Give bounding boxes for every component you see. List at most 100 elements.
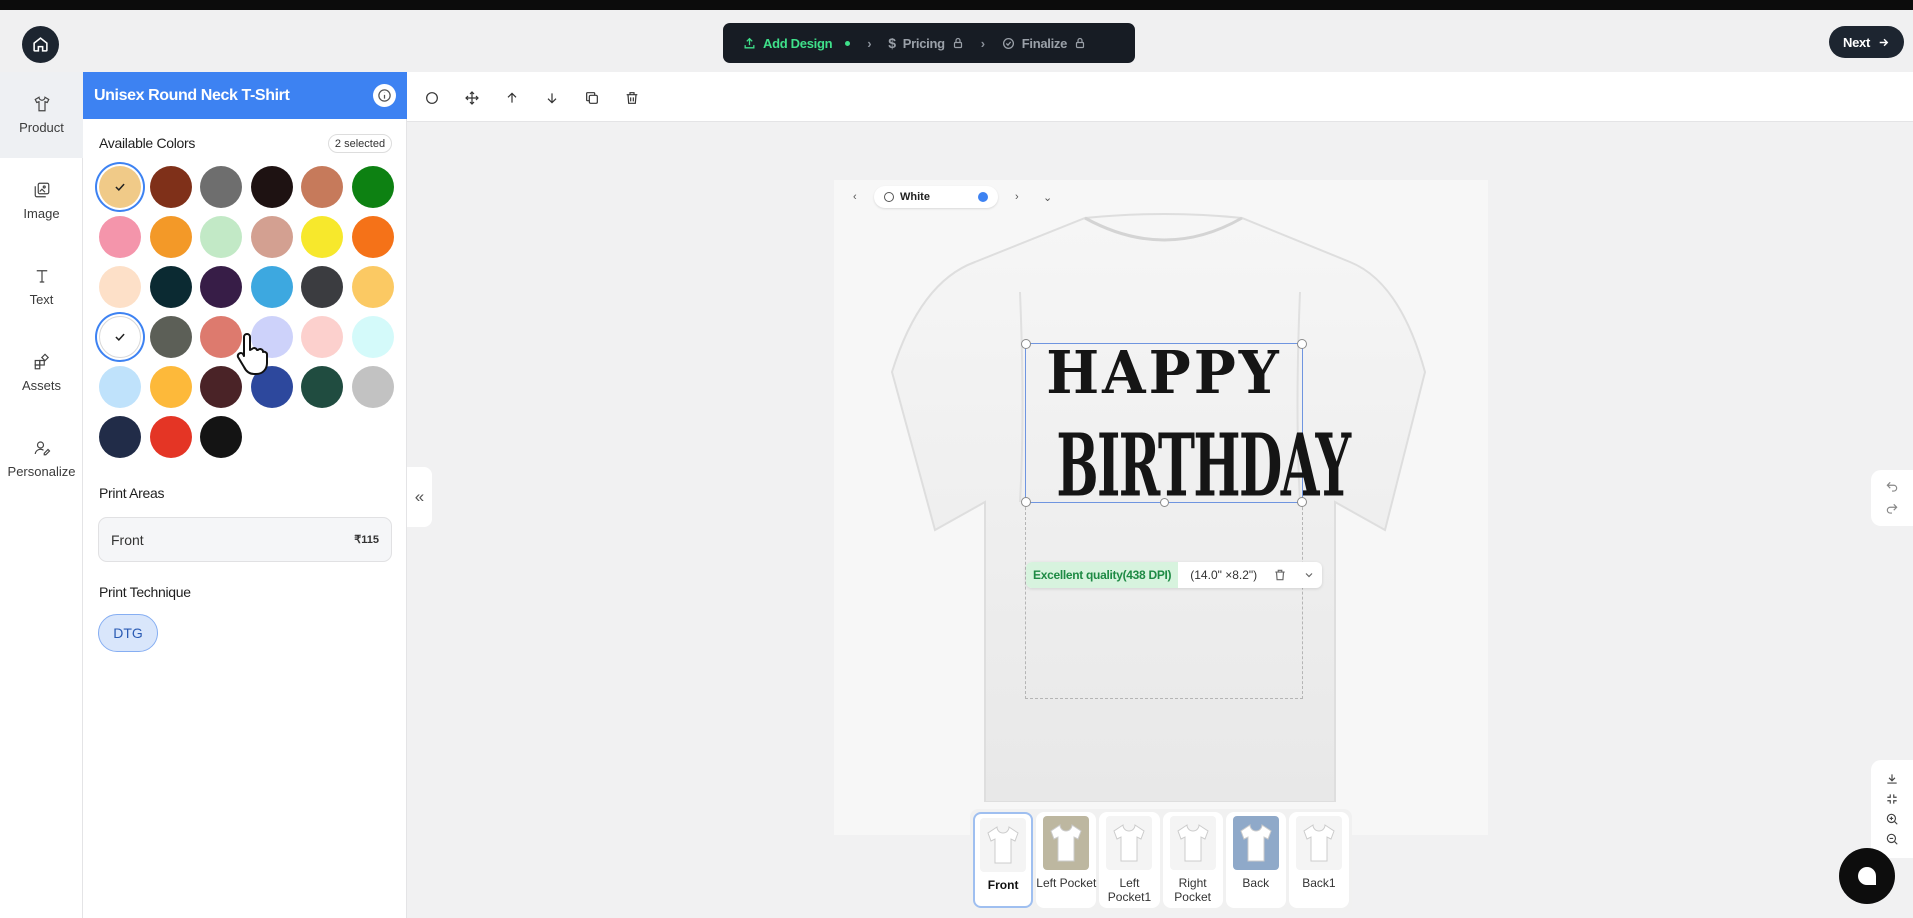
chevron-right-icon: › <box>980 35 985 51</box>
info-icon <box>378 89 391 102</box>
color-swatch[interactable] <box>149 266 192 308</box>
color-swatch[interactable] <box>301 216 343 258</box>
print-area-name: Front <box>111 531 144 548</box>
product-title: Unisex Round Neck T-Shirt <box>94 86 290 104</box>
color-swatch[interactable] <box>200 416 242 458</box>
arrow-right-icon <box>1879 38 1889 46</box>
view-thumb[interactable]: Left Pocket <box>1036 812 1097 908</box>
chevron-down-icon[interactable] <box>1303 569 1315 581</box>
view-thumb[interactable]: Back <box>1225 812 1286 908</box>
step-pricing[interactable]: $ Pricing <box>888 35 963 51</box>
view-thumb-image <box>980 818 1027 872</box>
color-swatch[interactable] <box>250 266 293 308</box>
view-label: Front <box>987 878 1019 892</box>
color-swatch[interactable] <box>99 416 141 458</box>
step-label: Add Design <box>763 35 833 51</box>
home-icon <box>33 37 48 52</box>
color-swatch[interactable] <box>250 216 293 258</box>
color-swatch[interactable] <box>250 166 293 208</box>
color-swatch[interactable] <box>149 366 192 408</box>
resize-handle[interactable] <box>1160 498 1169 507</box>
color-swatch[interactable] <box>99 266 141 308</box>
color-dropdown-button[interactable]: ⌄ <box>1043 191 1052 204</box>
download-icon[interactable] <box>1885 772 1899 786</box>
color-swatch[interactable] <box>149 416 192 458</box>
color-swatch[interactable] <box>301 166 343 208</box>
design-quality-bar: Excellent quality(438 DPI) (14.0" ×8.2") <box>1026 562 1322 588</box>
chat-button[interactable] <box>1839 848 1895 904</box>
prev-color-button[interactable]: ‹ <box>853 191 857 203</box>
step-finalize[interactable]: Finalize <box>1002 36 1086 51</box>
duplicate-button[interactable] <box>581 87 603 109</box>
home-button[interactable] <box>22 26 59 63</box>
resize-handle[interactable] <box>1297 497 1307 507</box>
color-swatch[interactable] <box>351 216 394 258</box>
color-swatch[interactable] <box>301 266 343 308</box>
delete-button[interactable] <box>621 87 643 109</box>
trash-icon[interactable] <box>1273 568 1287 582</box>
color-swatch[interactable] <box>99 166 141 208</box>
info-button[interactable] <box>373 84 396 107</box>
color-swatch[interactable] <box>301 316 343 358</box>
color-swatch[interactable] <box>351 316 394 358</box>
move-tool-button[interactable] <box>461 87 483 109</box>
view-label: Back <box>1242 876 1270 890</box>
shape-tool-button[interactable] <box>421 87 443 109</box>
view-thumb[interactable]: Left Pocket1 <box>1099 812 1160 908</box>
color-swatch[interactable] <box>149 216 192 258</box>
step-add-design[interactable]: Add Design <box>743 35 851 51</box>
color-swatch[interactable] <box>301 366 343 408</box>
technique-chip-dtg[interactable]: DTG <box>98 614 158 652</box>
check-icon <box>115 183 125 192</box>
bring-forward-button[interactable] <box>501 87 523 109</box>
design-selection-box[interactable]: HAPPY BIRTHDAY <box>1021 339 1351 517</box>
redo-icon[interactable] <box>1885 502 1899 516</box>
color-swatch[interactable] <box>200 266 242 308</box>
color-swatch[interactable] <box>351 366 394 408</box>
rail-label: Text <box>29 292 54 307</box>
rail-item-text[interactable]: Text <box>0 244 83 330</box>
rail-item-assets[interactable]: Assets <box>0 330 83 416</box>
print-area-front[interactable]: Front ₹115 <box>98 517 392 562</box>
color-swatch[interactable] <box>149 166 192 208</box>
progress-stepper: Add Design › $ Pricing › Finalize <box>723 23 1135 63</box>
zoom-in-icon[interactable] <box>1885 812 1899 826</box>
view-thumb[interactable]: Right Pocket <box>1162 812 1223 908</box>
view-label: Left Pocket1 <box>1107 876 1152 904</box>
undo-icon[interactable] <box>1885 480 1899 494</box>
print-area-price: ₹115 <box>354 534 379 546</box>
rail-item-image[interactable]: Image <box>0 158 83 244</box>
color-swatch[interactable] <box>149 316 192 358</box>
rail-item-product[interactable]: Product <box>0 72 83 158</box>
panel-header: Unisex Round Neck T-Shirt <box>83 72 407 119</box>
color-swatch[interactable] <box>99 366 141 408</box>
view-thumb[interactable]: Front <box>973 812 1034 908</box>
selected-color-pill[interactable]: White <box>874 186 998 208</box>
resize-handle[interactable] <box>1021 497 1031 507</box>
color-swatch[interactable] <box>351 166 394 208</box>
next-color-button[interactable]: › <box>1015 191 1019 203</box>
quality-indicator: Excellent quality(438 DPI) <box>1026 562 1179 588</box>
color-indicator-dot <box>978 192 988 202</box>
image-icon <box>34 182 49 198</box>
rail-label: Image <box>23 206 60 221</box>
rail-item-personalize[interactable]: Personalize <box>0 416 83 502</box>
collapse-panel-button[interactable]: « <box>407 467 432 527</box>
left-nav-rail: Product Image Text Assets Personalize <box>0 72 83 918</box>
color-swatch[interactable] <box>200 216 242 258</box>
resize-handle[interactable] <box>1021 339 1031 349</box>
next-button[interactable]: Next <box>1829 26 1904 58</box>
color-swatch[interactable] <box>99 216 141 258</box>
double-chevron-left-icon: « <box>414 487 425 506</box>
color-swatch[interactable] <box>200 166 242 208</box>
view-thumb-image <box>1169 816 1216 870</box>
color-swatch[interactable] <box>351 266 394 308</box>
text-icon <box>36 270 47 283</box>
color-swatch[interactable] <box>99 316 141 358</box>
send-backward-button[interactable] <box>541 87 563 109</box>
fit-screen-icon[interactable] <box>1885 792 1899 806</box>
resize-handle[interactable] <box>1297 339 1307 349</box>
zoom-out-icon[interactable] <box>1885 832 1899 846</box>
available-colors-label: Available Colors <box>99 135 196 151</box>
view-thumb[interactable]: Back1 <box>1288 812 1349 908</box>
